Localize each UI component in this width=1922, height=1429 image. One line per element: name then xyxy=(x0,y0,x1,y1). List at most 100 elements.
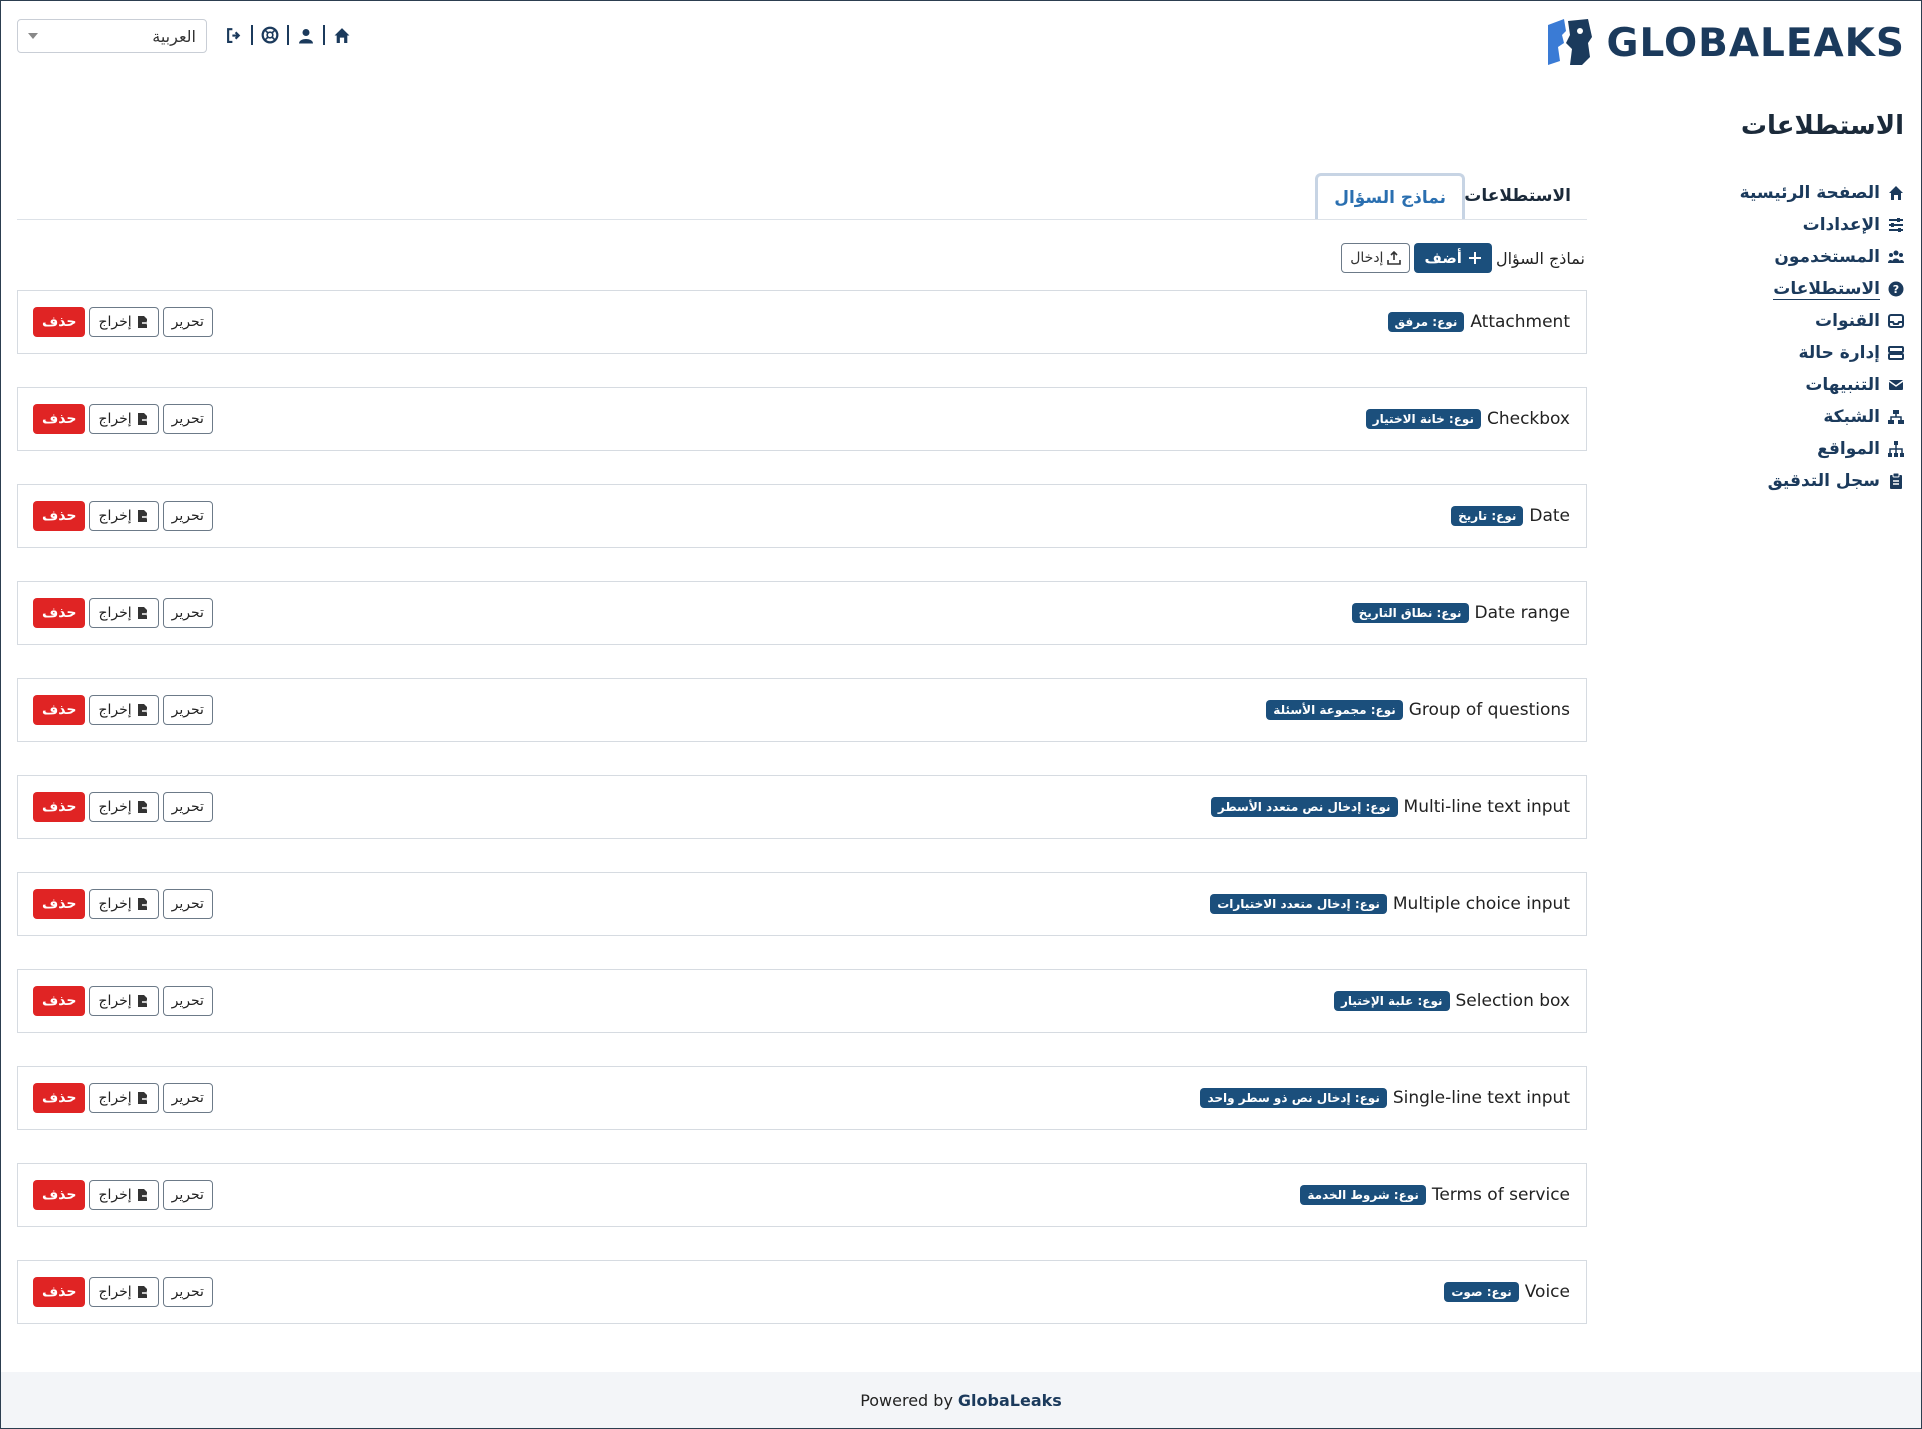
template-name: Date range xyxy=(1474,603,1570,623)
file-export-icon xyxy=(137,1286,150,1298)
sidebar-item-label: الإعدادات xyxy=(1802,215,1880,235)
delete-button[interactable]: حذف xyxy=(33,1083,86,1113)
edit-button[interactable]: تحرير xyxy=(162,792,213,822)
divider xyxy=(251,25,253,45)
export-label: إخراج xyxy=(98,896,132,912)
delete-button[interactable]: حذف xyxy=(33,1180,86,1210)
sidebar-item-label: الصفحة الرئيسية xyxy=(1739,183,1880,203)
export-button[interactable]: إخراج xyxy=(89,501,159,531)
clipboard-icon xyxy=(1890,473,1902,489)
row-actions: حذف إخراج تحرير xyxy=(33,695,213,725)
plus-icon xyxy=(1468,252,1481,264)
inbox-icon xyxy=(1888,314,1904,328)
export-button[interactable]: إخراج xyxy=(89,1083,159,1113)
template-title: Date نوع: تاريخ xyxy=(1451,485,1570,547)
import-button[interactable]: إدخال xyxy=(1341,243,1411,273)
footer-brand-link[interactable]: GlobaLeaks xyxy=(958,1391,1062,1410)
edit-button[interactable]: تحرير xyxy=(162,501,213,531)
delete-button[interactable]: حذف xyxy=(33,501,86,531)
export-label: إخراج xyxy=(98,314,132,330)
logout-icon[interactable] xyxy=(223,24,245,46)
list-item: Voice نوع: صوت حذف إخراج تحرير xyxy=(17,1260,1587,1324)
tab-questionnaires[interactable]: الاستطلاعات xyxy=(1464,173,1571,219)
edit-button[interactable]: تحرير xyxy=(162,1180,213,1210)
edit-button[interactable]: تحرير xyxy=(162,1277,213,1307)
sliders-icon xyxy=(1889,218,1903,232)
sidebar-item-label: سجل التدقيق xyxy=(1767,471,1880,491)
list-item: Date نوع: تاريخ حذف إخراج تحرير xyxy=(17,484,1587,548)
export-button[interactable]: إخراج xyxy=(89,792,159,822)
template-name: Date xyxy=(1529,506,1570,526)
home-icon[interactable] xyxy=(331,24,353,46)
edit-button[interactable]: تحرير xyxy=(162,598,213,628)
export-button[interactable]: إخراج xyxy=(89,695,159,725)
row-actions: حذف إخراج تحرير xyxy=(33,1180,213,1210)
file-export-icon xyxy=(137,801,150,813)
type-badge: نوع: صوت xyxy=(1444,1282,1519,1302)
user-icon[interactable] xyxy=(295,24,317,46)
template-name: Voice xyxy=(1524,1282,1570,1302)
export-button[interactable]: إخراج xyxy=(89,889,159,919)
delete-button[interactable]: حذف xyxy=(33,598,86,628)
row-actions: حذف إخراج تحرير xyxy=(33,889,213,919)
edit-button[interactable]: تحرير xyxy=(162,695,213,725)
export-button[interactable]: إخراج xyxy=(89,404,159,434)
sidebar-item-label: إدارة حالة xyxy=(1798,343,1880,363)
delete-button[interactable]: حذف xyxy=(33,889,86,919)
delete-button[interactable]: حذف xyxy=(33,307,86,337)
export-button[interactable]: إخراج xyxy=(89,598,159,628)
language-select[interactable]: العربية xyxy=(17,19,207,53)
question-circle-icon: ? xyxy=(1888,281,1904,297)
template-name: Terms of service xyxy=(1431,1185,1570,1205)
row-actions: حذف إخراج تحرير xyxy=(33,986,213,1016)
export-button[interactable]: إخراج xyxy=(89,307,159,337)
export-label: إخراج xyxy=(98,508,132,524)
sidebar-item-settings[interactable]: الإعدادات xyxy=(1704,209,1904,241)
delete-button[interactable]: حذف xyxy=(33,1277,86,1307)
top-nav-icons xyxy=(223,23,353,47)
sidebar-item-users[interactable]: المستخدمون xyxy=(1704,241,1904,273)
type-badge: نوع: تاريخ xyxy=(1451,506,1524,526)
envelope-icon xyxy=(1888,380,1904,390)
template-title: Multi-line text input نوع: إدخال نص متعد… xyxy=(1210,776,1570,838)
export-button[interactable]: إخراج xyxy=(89,1277,159,1307)
delete-button[interactable]: حذف xyxy=(33,792,86,822)
add-button[interactable]: أضف xyxy=(1414,243,1492,273)
sidebar-item-questionnaires[interactable]: ? الاستطلاعات xyxy=(1704,273,1904,305)
delete-button[interactable]: حذف xyxy=(33,404,86,434)
support-icon[interactable] xyxy=(259,24,281,46)
export-button[interactable]: إخراج xyxy=(89,1180,159,1210)
sidebar-item-sites[interactable]: المواقع xyxy=(1704,433,1904,465)
export-label: إخراج xyxy=(98,411,132,427)
template-title: Date range نوع: نطاق التاريخ xyxy=(1351,582,1570,644)
row-actions: حذف إخراج تحرير xyxy=(33,792,213,822)
file-export-icon xyxy=(137,413,150,425)
row-actions: حذف إخراج تحرير xyxy=(33,1083,213,1113)
delete-button[interactable]: حذف xyxy=(33,695,86,725)
edit-button[interactable]: تحرير xyxy=(162,889,213,919)
brand-name: GLOBALEAKS xyxy=(1606,20,1905,66)
export-button[interactable]: إخراج xyxy=(89,986,159,1016)
question-template-list: Attachment نوع: مرفق حذف إخراج تحرير Che… xyxy=(17,290,1587,1357)
sidebar-item-audit-log[interactable]: سجل التدقيق xyxy=(1704,465,1904,497)
sidebar-item-channels[interactable]: القنوات xyxy=(1704,305,1904,337)
server-icon xyxy=(1888,346,1904,360)
sidebar-item-notifications[interactable]: التنبيهات xyxy=(1704,369,1904,401)
edit-button[interactable]: تحرير xyxy=(162,1083,213,1113)
edit-button[interactable]: تحرير xyxy=(162,307,213,337)
add-label: أضف xyxy=(1424,249,1462,267)
export-label: إخراج xyxy=(98,1187,132,1203)
sidebar-item-case-management[interactable]: إدارة حالة xyxy=(1704,337,1904,369)
delete-button[interactable]: حذف xyxy=(33,986,86,1016)
home-icon xyxy=(1889,186,1903,200)
edit-button[interactable]: تحرير xyxy=(162,404,213,434)
type-badge: نوع: إدخال نص ذو سطر واحد xyxy=(1200,1088,1387,1108)
list-item: Multi-line text input نوع: إدخال نص متعد… xyxy=(17,775,1587,839)
edit-button[interactable]: تحرير xyxy=(162,986,213,1016)
sidebar-item-network[interactable]: الشبكة xyxy=(1704,401,1904,433)
tab-question-templates[interactable]: نماذج السؤال xyxy=(1315,173,1465,219)
chevron-down-icon xyxy=(28,33,38,39)
row-actions: حذف إخراج تحرير xyxy=(33,1277,213,1307)
toolbar-label: نماذج السؤال xyxy=(1495,248,1585,268)
sidebar-item-home[interactable]: الصفحة الرئيسية xyxy=(1704,177,1904,209)
